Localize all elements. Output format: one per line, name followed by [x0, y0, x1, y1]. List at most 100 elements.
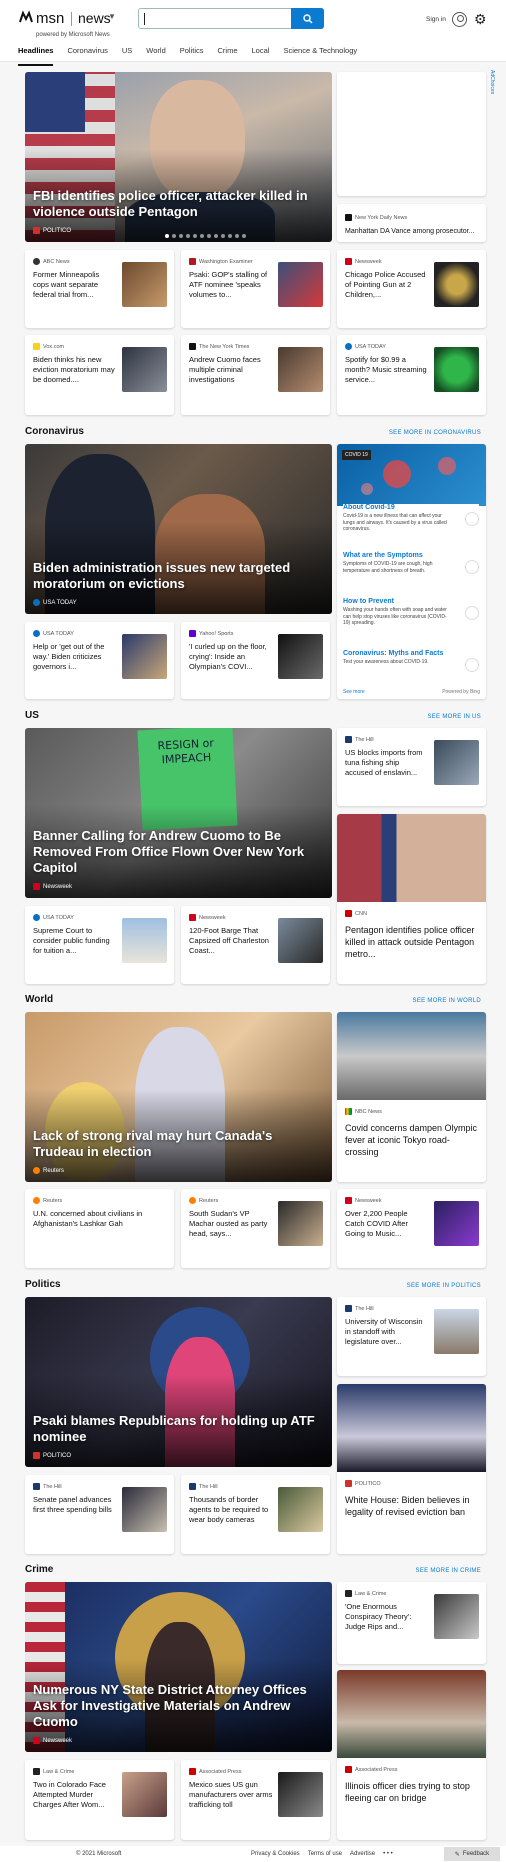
card-headline[interactable]: Supreme Court to consider public funding… — [33, 926, 117, 956]
terms-link[interactable]: Terms of use — [308, 1851, 342, 1857]
covid-topic-myths[interactable]: Coronavirus: Myths and Facts Test your aw… — [343, 650, 479, 686]
news-card[interactable]: Reuters South Sudan's VP Machar ousted a… — [181, 1189, 330, 1268]
section-title-world[interactable]: World — [25, 994, 53, 1005]
nav-tab-world[interactable]: World — [146, 46, 165, 60]
hero-headline[interactable]: Numerous NY State District Attorney Offi… — [33, 1682, 324, 1730]
card-headline[interactable]: 120-Foot Barge That Capsized off Charles… — [189, 926, 273, 956]
see-more-coronavirus-link[interactable]: SEE MORE IN CORONAVIRUS — [389, 430, 481, 436]
search-button[interactable] — [291, 8, 324, 29]
side-news-card[interactable]: POLITICO White House: Biden believes in … — [337, 1384, 486, 1554]
nav-tab-local[interactable]: Local — [252, 46, 270, 60]
nav-tab-headlines[interactable]: Headlines — [18, 46, 54, 66]
news-card[interactable]: The Hill University of Wisconsin in stan… — [337, 1297, 486, 1376]
card-headline[interactable]: Mexico sues US gun manufacturers over ar… — [189, 1780, 273, 1810]
card-headline[interactable]: Illinois officer dies trying to stop fle… — [345, 1780, 478, 1804]
hero-headline[interactable]: Lack of strong rival may hurt Canada's T… — [33, 1128, 324, 1160]
card-headline[interactable]: Help or 'get out of the way.' Biden crit… — [33, 642, 117, 672]
see-more-crime-link[interactable]: SEE MORE IN CRIME — [416, 1568, 481, 1574]
adchoices-label[interactable]: AdChoices — [489, 70, 495, 94]
news-card[interactable]: The Hill US blocks imports from tuna fis… — [337, 728, 486, 806]
section-label[interactable]: news — [78, 10, 111, 26]
see-more-politics-link[interactable]: SEE MORE IN POLITICS — [407, 1283, 481, 1289]
see-more-us-link[interactable]: SEE MORE IN US — [427, 714, 481, 720]
news-card[interactable]: ABC News Former Minneapolis cops want se… — [25, 250, 174, 328]
crime-hero-card[interactable]: Numerous NY State District Attorney Offi… — [25, 1582, 332, 1752]
card-headline[interactable]: Pentagon identifies police officer kille… — [345, 924, 478, 960]
card-headline[interactable]: Senate panel advances first three spendi… — [33, 1495, 117, 1515]
news-card[interactable]: Newsweek Chicago Police Accused of Point… — [337, 250, 486, 328]
carousel-dots[interactable] — [165, 234, 246, 238]
news-card[interactable]: The Hill Senate panel advances first thr… — [25, 1475, 174, 1554]
card-headline[interactable]: Psaki: GOP's stalling of ATF nominee 'sp… — [189, 270, 273, 300]
more-menu-icon[interactable]: • • • — [383, 1851, 393, 1857]
headline-side-card[interactable]: New York Daily News Manhattan DA Vance a… — [337, 204, 486, 242]
news-card[interactable]: Newsweek 120-Foot Barge That Capsized of… — [181, 906, 330, 984]
news-card[interactable]: Newsweek Over 2,200 People Catch COVID A… — [337, 1189, 486, 1268]
nav-tab-politics[interactable]: Politics — [180, 46, 204, 60]
side-news-card[interactable]: NBC News Covid concerns dampen Olympic f… — [337, 1012, 486, 1182]
news-card[interactable]: Yahoo! Sports 'I curled up on the floor,… — [181, 622, 330, 699]
news-card[interactable]: Reuters U.N. concerned about civilians i… — [25, 1189, 174, 1268]
card-headline[interactable]: Andrew Cuomo faces multiple criminal inv… — [189, 355, 273, 385]
user-avatar-icon[interactable] — [452, 12, 467, 27]
nav-tab-coronavirus[interactable]: Coronavirus — [67, 46, 107, 60]
headline-hero-card[interactable]: FBI identifies police officer, attacker … — [25, 72, 332, 242]
card-headline[interactable]: Over 2,200 People Catch COVID After Goin… — [345, 1209, 429, 1239]
card-headline[interactable]: University of Wisconsin in standoff with… — [345, 1317, 429, 1347]
card-headline[interactable]: 'I curled up on the floor, crying': Insi… — [189, 642, 273, 672]
news-card[interactable]: Vox.com Biden thinks his new eviction mo… — [25, 335, 174, 415]
section-title-crime[interactable]: Crime — [25, 1564, 53, 1575]
world-hero-card[interactable]: Lack of strong rival may hurt Canada's T… — [25, 1012, 332, 1182]
hero-headline[interactable]: FBI identifies police officer, attacker … — [33, 188, 324, 220]
news-card[interactable]: Washington Examiner Psaki: GOP's stallin… — [181, 250, 330, 328]
privacy-link[interactable]: Privacy & Cookies — [251, 1851, 300, 1857]
section-title-politics[interactable]: Politics — [25, 1279, 61, 1290]
news-card[interactable]: USA TODAY Help or 'get out of the way.' … — [25, 622, 174, 699]
coronavirus-hero-card[interactable]: Biden administration issues new targeted… — [25, 444, 332, 614]
news-card[interactable]: USA TODAY Supreme Court to consider publ… — [25, 906, 174, 984]
hero-headline[interactable]: Banner Calling for Andrew Cuomo to Be Re… — [33, 828, 324, 876]
hero-headline[interactable]: Biden administration issues new targeted… — [33, 560, 324, 592]
card-headline[interactable]: U.N. concerned about civilians in Afghan… — [33, 1209, 163, 1229]
card-headline[interactable]: Thousands of border agents to be require… — [189, 1495, 273, 1525]
side-headline[interactable]: Manhattan DA Vance among prosecutor... — [345, 226, 478, 238]
feedback-button[interactable]: ✎ Feedback — [444, 1847, 500, 1861]
hero-headline[interactable]: Psaki blames Republicans for holding up … — [33, 1413, 324, 1445]
gear-icon[interactable]: ⚙ — [474, 11, 487, 28]
us-hero-card[interactable]: RESIGN or IMPEACH Banner Calling for And… — [25, 728, 332, 898]
see-more-world-link[interactable]: SEE MORE IN WORLD — [413, 998, 481, 1004]
covid-topic-about[interactable]: About Covid-19 Covid-19 is a new illness … — [343, 504, 479, 540]
signin-link[interactable]: Sign in — [426, 16, 446, 23]
card-headline[interactable]: 'One Enormous Conspiracy Theory': Judge … — [345, 1602, 429, 1632]
ad-card[interactable] — [337, 72, 486, 196]
nav-tab-crime[interactable]: Crime — [218, 46, 238, 60]
section-title-us[interactable]: US — [25, 710, 39, 721]
card-headline[interactable]: Two in Colorado Face Attempted Murder Ch… — [33, 1780, 117, 1810]
news-card[interactable]: The Hill Thousands of border agents to b… — [181, 1475, 330, 1554]
card-headline[interactable]: Chicago Police Accused of Pointing Gun a… — [345, 270, 429, 300]
advertise-link[interactable]: Advertise — [350, 1851, 375, 1857]
side-news-card[interactable]: CNN Pentagon identifies police officer k… — [337, 814, 486, 984]
news-card[interactable]: USA TODAY Spotify for $0.99 a month? Mus… — [337, 335, 486, 415]
card-headline[interactable]: White House: Biden believes in legality … — [345, 1494, 478, 1518]
card-headline[interactable]: US blocks imports from tuna fishing ship… — [345, 748, 429, 778]
covid-see-more-link[interactable]: See more — [343, 689, 365, 695]
chevron-down-icon[interactable]: ▼ — [108, 12, 116, 21]
news-card[interactable]: Law & Crime Two in Colorado Face Attempt… — [25, 1760, 174, 1840]
covid-topic-symptoms[interactable]: What are the Symptoms Symptoms of COVID-1… — [343, 552, 479, 588]
covid-topic-prevent[interactable]: How to Prevent Washing your hands often w… — [343, 598, 479, 634]
card-headline[interactable]: South Sudan's VP Machar ousted as party … — [189, 1209, 273, 1239]
card-headline[interactable]: Spotify for $0.99 a month? Music streami… — [345, 355, 429, 385]
card-headline[interactable]: Biden thinks his new eviction moratorium… — [33, 355, 117, 385]
card-headline[interactable]: Covid concerns dampen Olympic fever at i… — [345, 1122, 478, 1158]
news-card[interactable]: Law & Crime 'One Enormous Conspiracy The… — [337, 1582, 486, 1664]
nav-tab-science-technology[interactable]: Science & Technology — [283, 46, 357, 60]
politics-hero-card[interactable]: Psaki blames Republicans for holding up … — [25, 1297, 332, 1467]
card-headline[interactable]: Former Minneapolis cops want separate fe… — [33, 270, 117, 300]
nav-tab-us[interactable]: US — [122, 46, 132, 60]
news-card[interactable]: The New York Times Andrew Cuomo faces mu… — [181, 335, 330, 415]
section-title-coronavirus[interactable]: Coronavirus — [25, 426, 84, 437]
side-news-card[interactable]: Associated Press Illinois officer dies t… — [337, 1670, 486, 1840]
news-card[interactable]: Associated Press Mexico sues US gun manu… — [181, 1760, 330, 1840]
page-footer: © 2021 Microsoft Privacy & Cookies Terms… — [0, 1846, 506, 1862]
